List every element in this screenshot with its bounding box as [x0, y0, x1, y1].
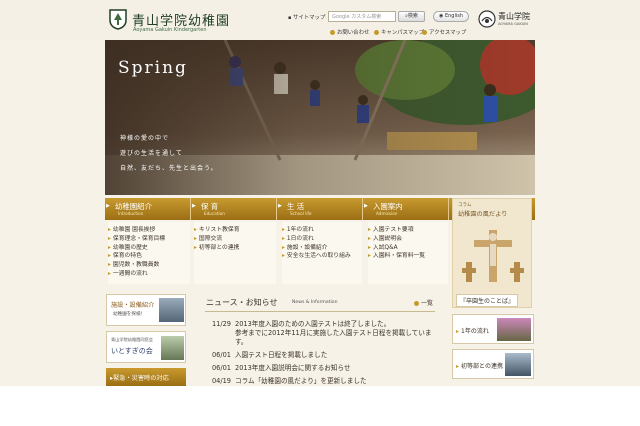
kindergarten-crest-icon[interactable]: [108, 8, 128, 30]
column-title: 幼稚園の風だより: [458, 211, 508, 218]
search-input[interactable]: Google カスタム検索: [328, 11, 396, 22]
news-item[interactable]: 04/19 コラム「幼稚園の風だより」を更新しました: [205, 375, 367, 385]
news-date: 11/29: [211, 320, 231, 328]
sitemap-link[interactable]: ▪ サイトマップ: [288, 13, 325, 21]
english-button[interactable]: ◉ English: [433, 11, 469, 22]
year-flow-banner[interactable]: ▸ 1年の流れ: [452, 314, 534, 344]
submenu-link[interactable]: ▸ 国際交流: [194, 235, 276, 244]
news-item[interactable]: 06/01 入園テスト日程を掲載しました: [205, 349, 327, 359]
news-more-link[interactable]: 一覧: [414, 298, 433, 307]
news-text: 入園テスト日程を掲載しました: [235, 351, 328, 359]
alumni-banner[interactable]: 青山学院幼稚園同窓会 いとすぎの会: [106, 331, 186, 363]
submenu-link[interactable]: ▸ 入園料・保育料一覧: [368, 252, 448, 261]
submenu-link[interactable]: ▸ 幼稚園の歴史: [108, 244, 190, 253]
graduate-words-link[interactable]: 『卒園生のことば』: [456, 294, 519, 307]
submenu-link[interactable]: ▸ 保育の特色: [108, 252, 190, 261]
arrow-icon: ▶: [364, 203, 368, 209]
hero-line-3: 自然、友だち、先生と出会う。: [120, 165, 218, 172]
contact-label: お問い合わせ: [337, 30, 370, 36]
elementary-photo: [505, 353, 531, 376]
alumni-photo: [161, 336, 184, 360]
submenu-introduction: ▸ 幼稚園 園長挨拶 ▸ 保育理念・保育目標 ▸ 幼稚園の歴史 ▸ 保育の特色 ▸ 園児数…: [108, 222, 190, 284]
hero-line-2: 遊びの生活を通して: [120, 150, 183, 157]
nav-item-school-life[interactable]: ▶ 生 活 School life: [277, 198, 363, 220]
arrow-icon: ▶: [278, 203, 282, 209]
aoyama-gakuin-name[interactable]: 青山学院: [498, 11, 530, 22]
news-item[interactable]: 06/01 2013年度入園説明会に関するお知らせ: [205, 362, 351, 372]
nav-item-education[interactable]: ▶ 保 育 Education: [191, 198, 277, 220]
alumni-title: いとすぎの会: [111, 347, 153, 355]
facilities-photo: [159, 298, 184, 322]
bullet-icon: [414, 301, 419, 306]
news-title-en: News & Information: [292, 300, 338, 305]
campus-map-label: キャンパスマップ: [381, 30, 424, 36]
emergency-banner[interactable]: ▸緊急・災害時の対応: [106, 368, 186, 386]
nav-item-admission[interactable]: ▶ 入園案内 Admission: [363, 198, 449, 220]
submenu-link[interactable]: ▸ 幼稚園 園長挨拶: [108, 226, 190, 235]
submenu-link[interactable]: ▸ 園児数・教職員数: [108, 261, 190, 270]
aoyama-gakuin-logo-icon[interactable]: [478, 10, 496, 28]
facilities-title: 施設・設備紹介: [111, 302, 155, 309]
nav-label-en: Introduction: [118, 211, 144, 216]
news-text: 参考までに2012年11月に実施した入園テスト日程を掲載していま: [235, 329, 432, 337]
hero-title: Spring: [118, 58, 188, 78]
submenu-link[interactable]: ▸ 安全な生活への取り組み: [282, 252, 358, 261]
emergency-label: ▸緊急・災害時の対応: [110, 375, 169, 382]
news-text: す。: [235, 338, 248, 346]
wooden-cross-icon: [462, 230, 524, 282]
search-button[interactable]: ⌕検索: [398, 11, 425, 22]
campus-map-link[interactable]: キャンパスマップ: [374, 28, 424, 36]
submenu-link[interactable]: ▸ 施設・設備紹介: [282, 244, 362, 253]
submenu-education: ▸ キリスト教保育 ▸ 国際交流 ▸ 初等部との連携: [194, 222, 276, 284]
nav-label-en: School life: [290, 211, 312, 216]
news-date: 06/01: [211, 364, 231, 372]
submenu-link[interactable]: ▸ 入園テスト要項: [368, 226, 448, 235]
elementary-banner[interactable]: ▸ 初等部との連携: [452, 349, 534, 379]
year-flow-photo: [497, 318, 531, 341]
arrow-icon: ▶: [106, 203, 110, 209]
submenu-school-life: ▸ 1年の流れ ▸ 1日の流れ ▸ 施設・設備紹介 ▸ 安全な生活への取り組み: [282, 222, 362, 284]
nav-label-en: Admission: [376, 211, 398, 216]
year-flow-label: ▸ 1年の流れ: [456, 328, 489, 335]
nav-label-en: Education: [204, 211, 225, 216]
aoyama-gakuin-sub: AOYAMA GAKUIN: [498, 22, 528, 26]
submenu-link[interactable]: ▸ キリスト教保育: [194, 226, 276, 235]
submenu-admission: ▸ 入園テスト要項 ▸ 入園説明会 ▸ 入試Q&A ▸ 入園料・保育料一覧: [368, 222, 448, 284]
submenu-link[interactable]: ▸ 初等部との連携: [194, 244, 276, 253]
hero-line-1: 神様の愛の中で: [120, 135, 170, 142]
column-small-label: コラム: [458, 203, 472, 208]
bullet-icon: [422, 30, 427, 35]
english-label: English: [444, 13, 463, 19]
search-button-label: 検索: [407, 13, 418, 19]
elementary-label: ▸ 初等部との連携: [456, 363, 503, 370]
contact-link[interactable]: お問い合わせ: [330, 28, 369, 36]
submenu-link[interactable]: ▸ 入園説明会: [368, 235, 448, 244]
news-date: 04/19: [211, 377, 231, 385]
news-text: コラム「幼稚園の風だより」を更新しました: [235, 377, 367, 385]
submenu-link[interactable]: ▸ 保育理念・保育目標: [108, 235, 190, 244]
bottom-margin: [0, 386, 640, 426]
news-title: ニュース・お知らせ: [206, 298, 278, 307]
access-map-link[interactable]: アクセスマップ: [422, 28, 466, 36]
news-date: 06/01: [211, 351, 231, 359]
bullet-icon: [374, 30, 379, 35]
brand-subtitle: Aoyama Gakuin Kindergarten: [133, 27, 207, 33]
submenu-link[interactable]: ▸ 1日の流れ: [282, 235, 362, 244]
sitemap-label: サイトマップ: [292, 15, 326, 21]
submenu-link[interactable]: ▸ 一週間の流れ: [108, 270, 190, 279]
nav-item-introduction[interactable]: ▶ 幼稚園紹介 Introduction: [105, 198, 191, 220]
alumni-small: 青山学院幼稚園同窓会: [111, 337, 153, 342]
arrow-icon: ▶: [192, 203, 196, 209]
submenu-link[interactable]: ▸ 1年の流れ: [282, 226, 362, 235]
facilities-subtitle: 幼稚園を探検！: [113, 312, 146, 317]
bullet-icon: [330, 30, 335, 35]
news-item-cont: す。: [235, 336, 248, 346]
news-item-cont: 参考までに2012年11月に実施した入園テスト日程を掲載していま: [235, 327, 431, 337]
facilities-banner[interactable]: 施設・設備紹介 幼稚園を探検！: [106, 294, 186, 326]
access-map-label: アクセスマップ: [429, 30, 467, 36]
submenu-link[interactable]: ▸ 入試Q&A: [368, 244, 448, 253]
news-text: 2013年度入園説明会に関するお知らせ: [235, 364, 351, 372]
